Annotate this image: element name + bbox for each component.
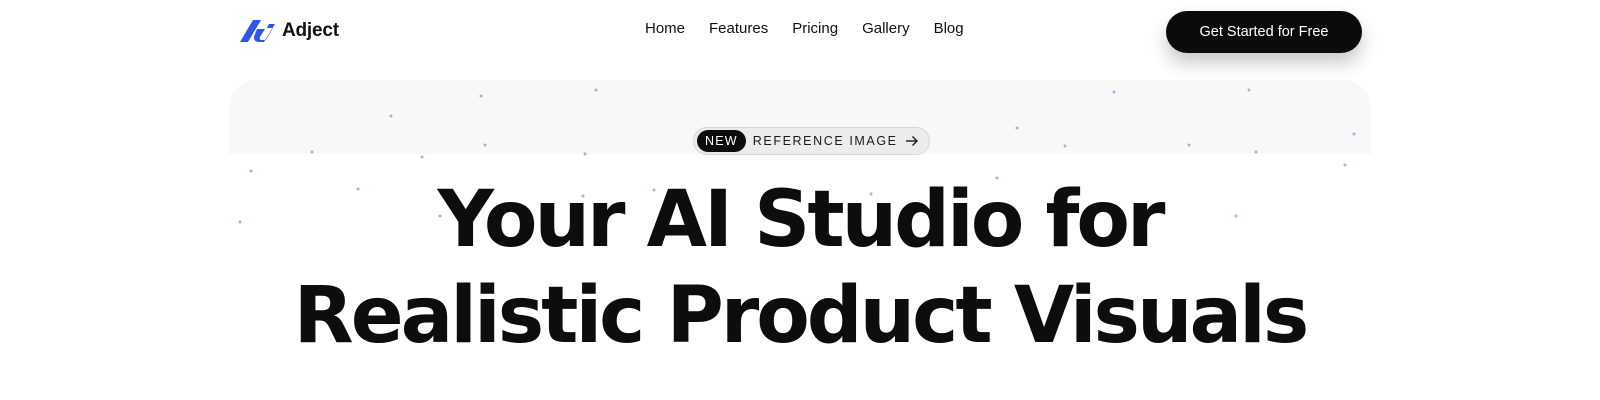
new-tag: NEW <box>697 130 746 152</box>
announcement-badge[interactable]: NEW REFERENCE IMAGE <box>693 127 930 155</box>
badge-label: REFERENCE IMAGE <box>752 134 898 148</box>
nav-item-gallery[interactable]: Gallery <box>862 20 910 37</box>
top-navigation-bar: Adject Home Features Pricing Gallery Blo… <box>0 0 1600 62</box>
hero-headline: Your AI Studio for Realistic Product Vis… <box>0 172 1600 364</box>
arrow-right-icon <box>905 136 918 146</box>
main-nav: Home Features Pricing Gallery Blog <box>645 20 964 37</box>
nav-item-blog[interactable]: Blog <box>934 20 964 37</box>
get-started-button[interactable]: Get Started for Free <box>1166 11 1362 53</box>
page: Adject Home Features Pricing Gallery Blo… <box>0 0 1600 400</box>
headline-line-1: Your AI Studio for <box>437 175 1166 265</box>
nav-item-pricing[interactable]: Pricing <box>792 20 838 37</box>
brand-logo-link[interactable]: Adject <box>240 18 339 44</box>
nav-item-features[interactable]: Features <box>709 20 768 37</box>
adject-logo-icon <box>240 20 275 42</box>
brand-name: Adject <box>282 20 339 41</box>
nav-item-home[interactable]: Home <box>645 20 685 37</box>
headline-line-2: Realistic Product Visuals <box>293 271 1310 361</box>
